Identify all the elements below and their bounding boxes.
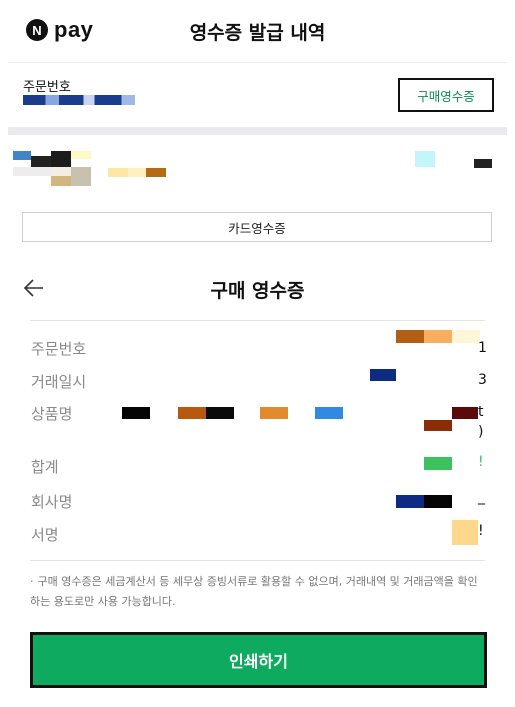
row-value-order-number-tail: 1	[478, 340, 487, 356]
row-label-signature: 서명	[31, 526, 59, 544]
receipt-notice: · 구매 영수증은 세금계산서 등 세무상 증빙서류로 활용할 수 없으며, 거래…	[30, 572, 485, 612]
purchase-receipt-title: 구매 영수증	[210, 280, 305, 302]
row-value-product-tail: t	[478, 404, 484, 420]
row-label-transaction-date: 거래일시	[31, 373, 87, 391]
section-band	[8, 127, 507, 135]
row-value-signature-tail: !	[478, 523, 484, 539]
bullet-icon: ·	[30, 575, 34, 588]
row-label-order-number: 주문번호	[31, 340, 87, 358]
receipt-notice-text: 구매 영수증은 세금계산서 등 세무상 증빙서류로 활용할 수 없으며, 거래내…	[30, 575, 478, 608]
card-receipt-button[interactable]: 카드영수증	[22, 212, 492, 242]
header-divider	[8, 62, 507, 63]
row-value-company-tail: _	[478, 489, 485, 505]
row-value-date-tail: 3	[478, 372, 487, 388]
details-divider-top	[30, 320, 485, 321]
order-number-label: 주문번호	[23, 80, 71, 95]
details-divider-bottom	[30, 560, 485, 561]
row-label-product-name: 상품명	[31, 405, 73, 423]
print-button[interactable]: 인쇄하기	[30, 632, 487, 688]
page-title: 영수증 발급 내역	[189, 22, 326, 44]
order-number-redacted	[23, 95, 135, 105]
row-value-product-tail-2: )	[478, 424, 484, 440]
row-label-total: 합계	[31, 458, 59, 476]
row-value-total-tail: !	[478, 454, 484, 470]
row-label-company-name: 회사명	[31, 493, 73, 511]
purchase-receipt-button[interactable]: 구매영수증	[398, 78, 494, 112]
